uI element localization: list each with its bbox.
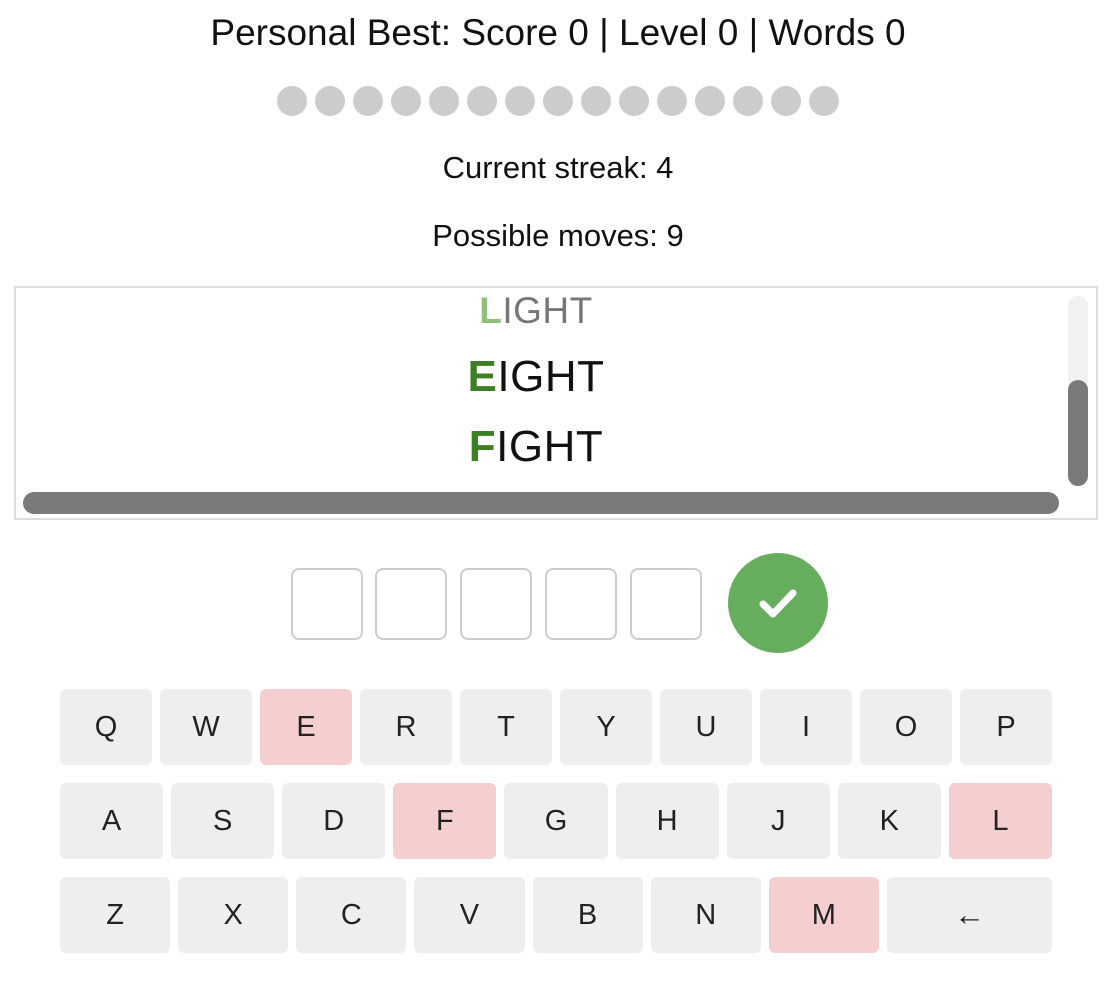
word-rest: IGHT (497, 352, 605, 401)
word-history-item: LIGHT (16, 290, 1056, 332)
progress-dot (467, 86, 497, 116)
key-x[interactable]: X (178, 877, 289, 953)
changed-letter: F (468, 422, 497, 471)
key-h[interactable]: H (615, 783, 719, 859)
key-e[interactable]: E (260, 689, 352, 765)
progress-dot (391, 86, 421, 116)
word-history-item: EIGHT (16, 352, 1056, 402)
progress-dot (429, 86, 459, 116)
letter-slot-4[interactable] (545, 568, 617, 640)
word-history-item: FIGHT (16, 422, 1056, 472)
key-a[interactable]: A (60, 783, 164, 859)
personal-best: Personal Best: Score 0 | Level 0 | Words… (210, 12, 906, 53)
keyboard-row-3: Z X C V B N M ← (60, 877, 1053, 953)
key-r[interactable]: R (360, 689, 452, 765)
progress-dot (657, 86, 687, 116)
progress-dot (543, 86, 573, 116)
changed-letter: L (479, 290, 503, 331)
progress-dot (619, 86, 649, 116)
key-n[interactable]: N (650, 877, 761, 953)
key-f[interactable]: F (393, 783, 497, 859)
changed-letter: E (467, 352, 498, 401)
letter-slot-5[interactable] (630, 568, 702, 640)
progress-dot (733, 86, 763, 116)
progress-dot (353, 86, 383, 116)
letter-slot-1[interactable] (291, 568, 363, 640)
key-y[interactable]: Y (560, 689, 652, 765)
key-i[interactable]: I (760, 689, 852, 765)
word-input-row (0, 553, 1116, 653)
letter-slot-3[interactable] (460, 568, 532, 640)
progress-dot (581, 86, 611, 116)
word-rest: IGHT (502, 290, 593, 331)
horizontal-scrollbar-thumb[interactable] (23, 492, 1059, 514)
word-history-list[interactable]: LIGHT EIGHT FIGHT (14, 286, 1098, 520)
keyboard-row-2: A S D F G H J K L (60, 783, 1052, 859)
word-rest: IGHT (496, 422, 604, 471)
progress-dot (771, 86, 801, 116)
backspace-button[interactable]: ← (886, 877, 1053, 953)
key-g[interactable]: G (504, 783, 608, 859)
progress-dot (809, 86, 839, 116)
key-t[interactable]: T (460, 689, 552, 765)
key-d[interactable]: D (282, 783, 386, 859)
key-b[interactable]: B (532, 877, 643, 953)
key-z[interactable]: Z (60, 877, 171, 953)
key-m[interactable]: M (768, 877, 879, 953)
key-q[interactable]: Q (60, 689, 152, 765)
backspace-arrow-icon: ← (953, 897, 985, 932)
key-s[interactable]: S (171, 783, 275, 859)
vertical-scrollbar-thumb[interactable] (1068, 380, 1088, 486)
key-c[interactable]: C (296, 877, 407, 953)
key-v[interactable]: V (414, 877, 525, 953)
progress-dot (505, 86, 535, 116)
progress-dot (695, 86, 725, 116)
key-u[interactable]: U (660, 689, 752, 765)
progress-dot (277, 86, 307, 116)
key-j[interactable]: J (726, 783, 830, 859)
letter-slot-2[interactable] (375, 568, 447, 640)
key-l[interactable]: L (948, 783, 1052, 859)
progress-dots (0, 86, 1116, 116)
progress-dot (315, 86, 345, 116)
submit-button[interactable] (728, 553, 828, 653)
possible-moves: Possible moves: 9 (432, 218, 684, 253)
key-w[interactable]: W (160, 689, 252, 765)
current-streak: Current streak: 4 (442, 150, 674, 185)
check-icon (759, 589, 797, 618)
keyboard-row-1: Q W E R T Y U I O P (60, 689, 1052, 765)
key-p[interactable]: P (960, 689, 1052, 765)
key-o[interactable]: O (860, 689, 952, 765)
key-k[interactable]: K (837, 783, 941, 859)
